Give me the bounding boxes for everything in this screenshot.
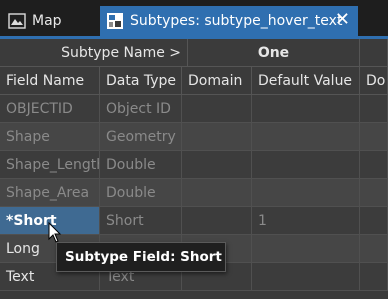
tab-subtypes[interactable]: Subtypes: subtype_hover_text ✕: [100, 6, 358, 36]
column-header-data-type[interactable]: Data Type: [100, 67, 182, 95]
map-icon: [8, 12, 26, 30]
cell-domain-description[interactable]: [360, 95, 388, 123]
tooltip: Subtype Field: Short: [56, 242, 226, 272]
cell-domain-description[interactable]: [360, 179, 388, 207]
cell-default-value[interactable]: [252, 123, 360, 151]
cell-domain[interactable]: [182, 179, 252, 207]
cell-domain-description[interactable]: [360, 207, 388, 235]
cell-domain-description[interactable]: [360, 235, 388, 263]
cell-default-value[interactable]: [252, 235, 360, 263]
subtype-name-value[interactable]: One: [188, 39, 360, 67]
cell-default-value[interactable]: [252, 151, 360, 179]
cell-domain[interactable]: [182, 95, 252, 123]
cell-default-value[interactable]: [252, 179, 360, 207]
cell-field-name[interactable]: Shape: [0, 123, 100, 151]
tab-map[interactable]: Map: [0, 6, 98, 36]
cell-domain[interactable]: [182, 207, 252, 235]
tab-label: Subtypes: subtype_hover_text: [130, 13, 343, 29]
tab-label: Map: [32, 13, 62, 29]
column-header-domain[interactable]: Domain: [182, 67, 252, 95]
cell-data-type[interactable]: Double: [100, 179, 182, 207]
cell-field-name[interactable]: Shape_Area: [0, 179, 100, 207]
mouse-cursor-icon: [48, 222, 62, 243]
cell-domain[interactable]: [182, 123, 252, 151]
cell-field-name[interactable]: OBJECTID: [0, 95, 100, 123]
header-spacer: [360, 39, 388, 67]
cell-domain-description[interactable]: [360, 263, 388, 291]
cell-data-type[interactable]: Object ID: [100, 95, 182, 123]
cell-domain[interactable]: [182, 151, 252, 179]
column-header-default-value[interactable]: Default Value: [252, 67, 360, 95]
cell-default-value[interactable]: [252, 263, 360, 291]
cell-domain-description[interactable]: [360, 151, 388, 179]
subtypes-icon: [106, 12, 124, 30]
subtype-name-header: Subtype Name >: [0, 39, 188, 67]
cell-data-type[interactable]: Geometry: [100, 123, 182, 151]
cell-field-name[interactable]: Shape_Length: [0, 151, 100, 179]
cell-data-type[interactable]: Double: [100, 151, 182, 179]
cell-default-value[interactable]: [252, 95, 360, 123]
column-header-domain-description[interactable]: Do: [360, 67, 388, 95]
column-header-field-name[interactable]: Field Name: [0, 67, 100, 95]
cell-data-type[interactable]: Short: [100, 207, 182, 235]
cell-domain-description[interactable]: [360, 123, 388, 151]
cell-default-value[interactable]: 1: [252, 207, 360, 235]
tab-bar: Map Subtypes: subtype_hover_text ✕: [0, 0, 388, 36]
close-icon[interactable]: ✕: [335, 10, 350, 30]
